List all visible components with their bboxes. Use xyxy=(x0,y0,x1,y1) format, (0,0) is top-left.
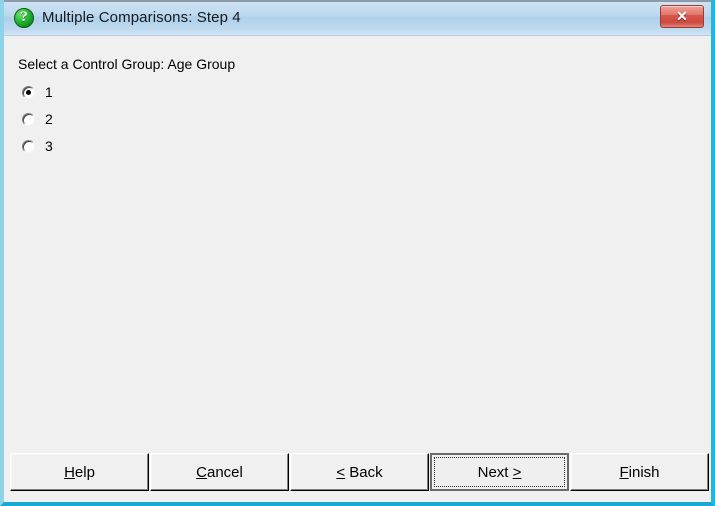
radio-option-label: 1 xyxy=(45,84,53,100)
next-button-label: Next > xyxy=(477,463,522,481)
cancel-button[interactable]: Cancel xyxy=(150,453,289,491)
back-button[interactable]: < Back xyxy=(290,453,429,491)
radio-indicator xyxy=(22,86,35,99)
dialog-button-bar: Help Cancel < Back Next > Finish xyxy=(4,450,711,496)
cancel-button-label: Cancel xyxy=(196,463,243,481)
radio-indicator xyxy=(22,113,35,126)
question-icon-glyph: ? xyxy=(20,9,28,25)
finish-button[interactable]: Finish xyxy=(570,453,709,491)
titlebar-top-edge xyxy=(4,0,711,2)
title-bar[interactable]: ? Multiple Comparisons: Step 4 ✕ xyxy=(4,0,711,36)
radio-option-label: 3 xyxy=(45,138,53,154)
question-help-icon: ? xyxy=(14,8,34,28)
back-button-label: < Back xyxy=(336,463,383,481)
next-button[interactable]: Next > xyxy=(430,453,569,491)
dialog-window: ? Multiple Comparisons: Step 4 ✕ Select … xyxy=(0,0,715,506)
radio-indicator xyxy=(22,140,35,153)
help-button[interactable]: Help xyxy=(10,453,149,491)
close-icon: ✕ xyxy=(676,8,688,24)
radio-option-label: 2 xyxy=(45,111,53,127)
finish-button-label: Finish xyxy=(619,463,660,481)
help-button-label: Help xyxy=(64,463,95,481)
dialog-client-area: Select a Control Group: Age Group 1 2 3 … xyxy=(4,36,711,502)
close-button[interactable]: ✕ xyxy=(660,5,704,28)
window-title: Multiple Comparisons: Step 4 xyxy=(42,9,241,26)
control-group-label: Select a Control Group: Age Group xyxy=(18,56,236,72)
